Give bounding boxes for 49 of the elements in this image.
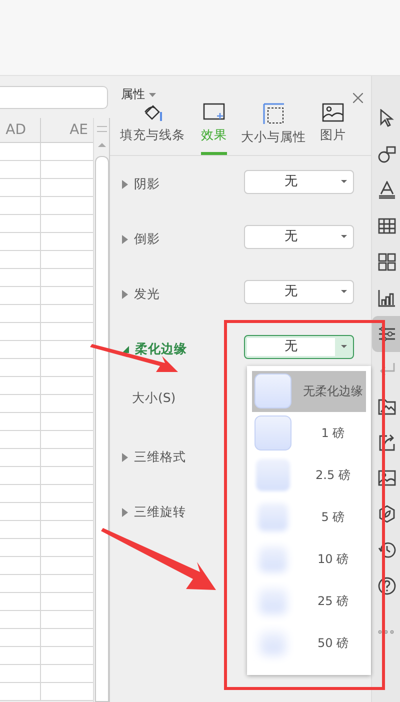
collapsed-triangle-icon: [122, 235, 128, 244]
section-header[interactable]: 阴影: [122, 176, 244, 193]
panel-title[interactable]: 属性: [121, 86, 145, 103]
share-icon: [378, 433, 396, 451]
help-icon: [378, 577, 396, 595]
panel-tab[interactable]: 填充与线条: [120, 103, 185, 155]
size-label: 大小(S): [132, 390, 176, 407]
dropdown-select[interactable]: 无: [244, 280, 354, 304]
panel-tab[interactable]: 图片: [320, 103, 346, 155]
history-icon: [378, 541, 396, 559]
image-icon: [322, 103, 344, 123]
collapsed-triangle-icon: [122, 180, 128, 189]
dropdown-option[interactable]: 25 磅: [252, 581, 366, 622]
panel-tab[interactable]: 大小与属性: [241, 103, 306, 155]
caret-icon[interactable]: [149, 92, 156, 96]
vertical-scrollbar[interactable]: [93, 118, 110, 702]
section-header[interactable]: 三维格式: [122, 449, 244, 466]
sliders-icon: [378, 325, 396, 343]
dropdown-option[interactable]: 5 磅: [252, 497, 366, 538]
chart-icon: [378, 289, 396, 307]
dropdown-option[interactable]: 1 磅: [252, 413, 366, 454]
more-icon: [378, 630, 394, 634]
section-header[interactable]: 发光: [122, 286, 244, 303]
dropdown-select[interactable]: 无: [244, 225, 354, 249]
close-icon[interactable]: [353, 93, 363, 103]
soft-edge-preview-icon: [252, 372, 294, 412]
dropdown-select[interactable]: 无: [244, 170, 354, 194]
soft-edge-preview-icon: [252, 414, 294, 454]
grid-icon: [378, 253, 396, 271]
image-folder-icon: [378, 397, 396, 415]
collapsed-triangle-icon: [122, 290, 128, 299]
paint-bucket-icon: [142, 103, 162, 123]
formula-field[interactable]: [0, 86, 108, 108]
text-icon: [378, 181, 396, 199]
dropdown-option[interactable]: 无柔化边缘: [252, 371, 366, 412]
dropdown-option[interactable]: 10 磅: [252, 539, 366, 580]
hexagon-leaf-icon: [378, 505, 396, 523]
section-header[interactable]: 三维旋转: [122, 504, 244, 521]
collapsed-triangle-icon: [122, 453, 128, 462]
dropdown-select[interactable]: 无: [244, 335, 354, 359]
section-header[interactable]: 倒影: [122, 231, 244, 248]
size-icon: [262, 103, 284, 125]
table-icon: [378, 217, 396, 235]
dropdown-option[interactable]: 2.5 磅: [252, 455, 366, 496]
shapes-icon: [378, 145, 396, 163]
image-icon: [378, 469, 396, 487]
collapsed-triangle-icon: [122, 508, 128, 517]
dropdown-option[interactable]: 50 磅: [252, 623, 366, 664]
cursor-icon: [378, 109, 396, 127]
